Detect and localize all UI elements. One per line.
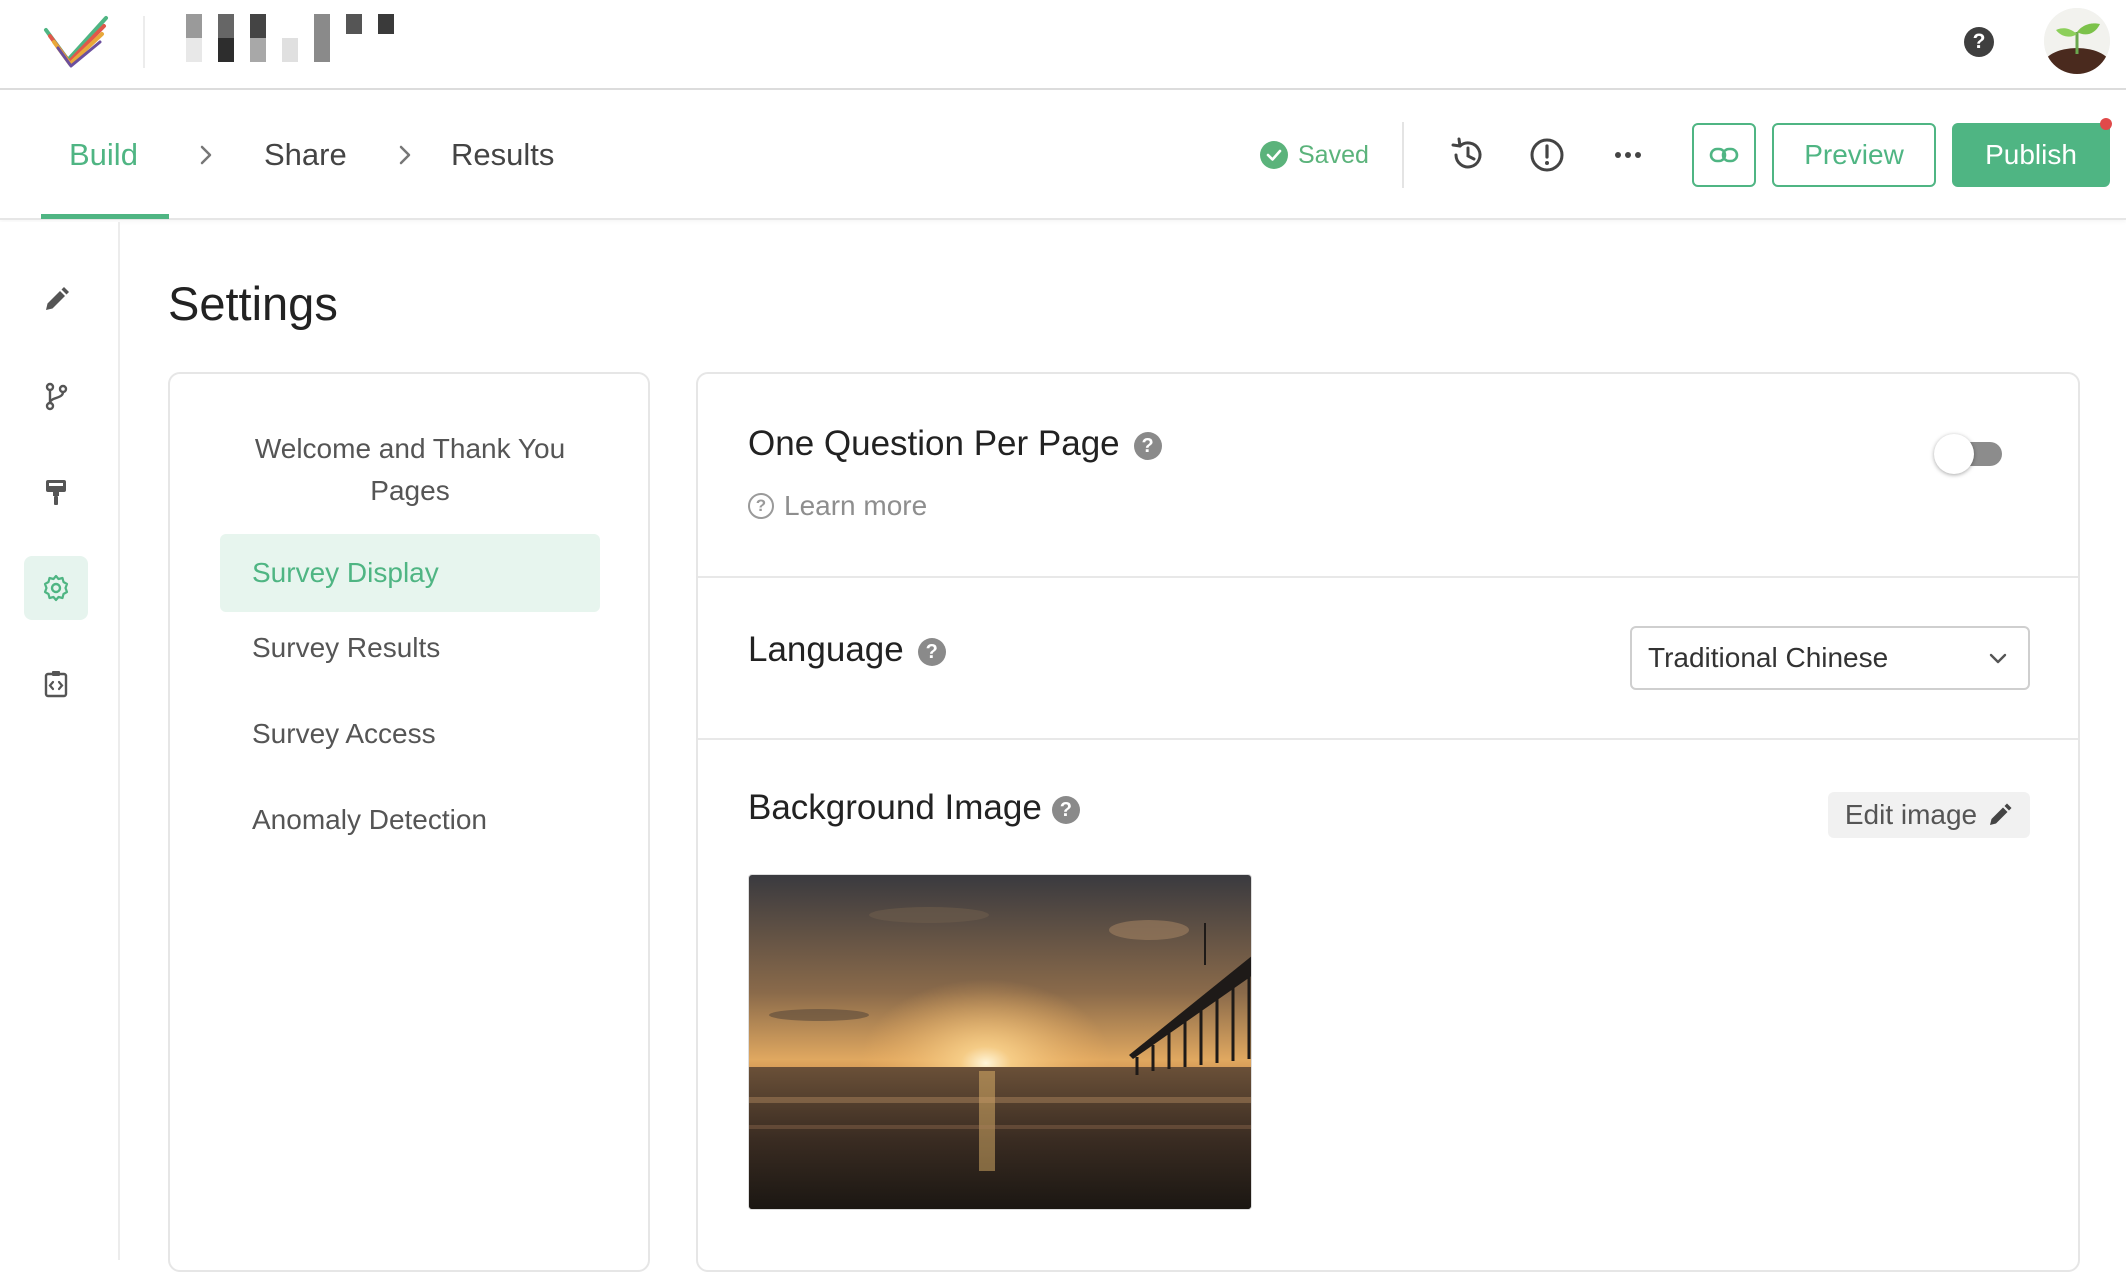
learn-more-label: Learn more xyxy=(784,490,928,521)
saved-label: Saved xyxy=(1298,140,1369,169)
publish-button[interactable]: Publish xyxy=(1952,123,2110,187)
paint-roller-icon[interactable] xyxy=(24,460,88,524)
active-step-underline xyxy=(41,214,169,219)
step-results[interactable]: Results xyxy=(451,90,554,220)
edit-image-button[interactable]: Edit image xyxy=(1828,792,2030,838)
link-icon xyxy=(1709,147,1739,163)
background-image-preview[interactable] xyxy=(748,874,1252,1210)
background-label: Background Image xyxy=(748,788,1042,827)
step-build[interactable]: Build xyxy=(69,90,138,220)
builder-nav-bar: Build Share Results Saved Preview Publis… xyxy=(0,90,2126,220)
help-icon[interactable]: ? xyxy=(1964,27,1994,57)
language-row-label: Language? xyxy=(748,630,946,670)
chevron-right-icon xyxy=(399,145,411,165)
saved-status: Saved xyxy=(1260,138,1369,172)
code-clipboard-icon[interactable] xyxy=(24,652,88,716)
toggle-knob xyxy=(1934,434,1974,474)
avatar[interactable] xyxy=(2044,8,2110,74)
one-question-label: One Question Per Page xyxy=(748,424,1120,463)
language-label: Language xyxy=(748,630,904,669)
settings-panel: One Question Per Page? ? Learn more Lang… xyxy=(696,372,2080,1272)
one-question-row-label: One Question Per Page? xyxy=(748,424,1162,464)
subnav-item-survey-results[interactable]: Survey Results xyxy=(220,618,600,678)
gear-icon[interactable] xyxy=(24,556,88,620)
question-circle-icon: ? xyxy=(748,493,774,519)
subnav-item-survey-access[interactable]: Survey Access xyxy=(220,704,600,764)
subnav-item-survey-display[interactable]: Survey Display xyxy=(220,534,600,612)
alert-circle-icon[interactable] xyxy=(1522,130,1572,180)
check-circle-icon xyxy=(1260,141,1288,169)
background-row-label: Background Image? xyxy=(748,788,1080,828)
subnav-item-anomaly-detection[interactable]: Anomaly Detection xyxy=(220,790,600,850)
chevron-right-icon xyxy=(200,145,212,165)
left-tool-rail xyxy=(0,222,120,1260)
pencil-icon xyxy=(1990,803,2012,825)
language-select[interactable]: Traditional Chinese xyxy=(1630,626,2030,690)
checkmark-logo-icon[interactable] xyxy=(42,12,112,72)
help-icon[interactable]: ? xyxy=(1051,795,1080,824)
nav-divider xyxy=(1402,122,1404,188)
branch-icon[interactable] xyxy=(24,364,88,428)
wordmark-logo xyxy=(184,12,404,66)
help-icon[interactable]: ? xyxy=(917,637,946,666)
edit-image-label: Edit image xyxy=(1844,799,1978,830)
learn-more-link[interactable]: ? Learn more xyxy=(748,490,927,522)
notification-dot xyxy=(2100,118,2112,130)
help-icon[interactable]: ? xyxy=(1133,431,1162,460)
more-options-icon[interactable] xyxy=(1603,130,1653,180)
page-title: Settings xyxy=(168,277,338,330)
pencil-icon[interactable] xyxy=(24,268,88,332)
row-divider xyxy=(698,738,2078,740)
chevron-down-icon xyxy=(1989,653,2007,664)
logo-divider xyxy=(143,16,145,68)
row-divider xyxy=(698,576,2078,578)
one-question-toggle[interactable] xyxy=(1934,434,2004,474)
step-share[interactable]: Share xyxy=(264,90,347,220)
language-select-value: Traditional Chinese xyxy=(1648,642,1889,673)
copy-link-button[interactable] xyxy=(1692,123,1756,187)
settings-subnav: Welcome and Thank You Pages Survey Displ… xyxy=(168,372,650,1272)
preview-button[interactable]: Preview xyxy=(1772,123,1936,187)
top-bar: ? xyxy=(0,0,2126,90)
subnav-item-welcome-pages[interactable]: Welcome and Thank You Pages xyxy=(220,428,600,512)
history-icon[interactable] xyxy=(1442,130,1492,180)
